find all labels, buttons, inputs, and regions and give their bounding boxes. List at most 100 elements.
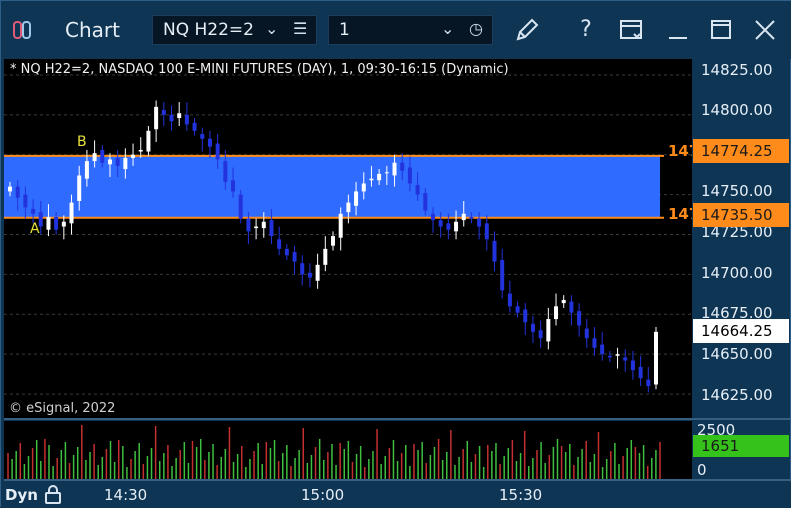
- candle-body: [184, 114, 189, 125]
- candle-body: [338, 213, 343, 238]
- drawing-label-a: A: [30, 221, 40, 237]
- candle-body: [246, 218, 251, 232]
- volume-axis[interactable]: 2500 1651 0: [692, 421, 790, 479]
- candle-body: [323, 248, 328, 265]
- candle-body: [46, 216, 51, 230]
- price-tick: 14750.00: [701, 182, 773, 200]
- chevron-down-icon[interactable]: ⌄: [441, 19, 454, 38]
- candle-body: [154, 106, 159, 130]
- volume-chart-svg: [7, 425, 661, 479]
- candle-body: [269, 220, 274, 237]
- candle-body: [92, 153, 97, 162]
- symbol-value: NQ H22=2: [163, 20, 254, 40]
- candle-body: [300, 263, 305, 275]
- chevron-down-icon[interactable]: ⌄: [265, 19, 278, 38]
- title-bar: Chart NQ H22=2 ⌄ ☰ 1 ⌄ ◷ ?: [1, 1, 791, 59]
- candle-body: [261, 221, 266, 229]
- candle-body: [331, 236, 335, 246]
- save-template-icon[interactable]: [615, 13, 647, 47]
- candle-body: [292, 252, 297, 262]
- candle-body: [161, 110, 166, 115]
- candle-body: [400, 162, 405, 171]
- candle-body: [31, 208, 36, 214]
- symbol-combobox[interactable]: NQ H22=2 ⌄ ☰: [152, 15, 317, 45]
- candle-body: [507, 293, 512, 307]
- candle-body: [231, 180, 236, 192]
- candle-body: [569, 301, 574, 313]
- candle-body: [600, 344, 605, 355]
- candle-body: [577, 311, 582, 326]
- candle-body: [177, 113, 182, 119]
- volume-tick-zero: 0: [697, 461, 707, 479]
- interval-value: 1: [339, 20, 350, 40]
- help-icon[interactable]: ?: [570, 13, 602, 47]
- candle-body: [69, 202, 74, 224]
- candle-body: [107, 159, 112, 165]
- candle-body: [654, 331, 658, 385]
- candle-body: [192, 122, 197, 131]
- candle-body: [584, 328, 589, 339]
- candle-body: [530, 323, 535, 332]
- lock-icon[interactable]: [44, 484, 62, 504]
- candle-body: [354, 191, 359, 206]
- dynamic-mode-label[interactable]: Dyn: [5, 486, 38, 504]
- candle-body: [607, 355, 612, 358]
- candle-body: [146, 130, 151, 152]
- price-axis[interactable]: 14825.00 14800.00 14750.00 14725.00 1470…: [692, 59, 790, 418]
- last-price-tag: 14664.25: [693, 319, 789, 343]
- candle-body: [277, 239, 282, 249]
- candle-body: [630, 360, 635, 371]
- candle-body: [377, 173, 382, 181]
- candle-body: [477, 218, 482, 227]
- candle-body: [238, 194, 243, 219]
- drawing-label-b: B: [77, 134, 87, 150]
- candle-body: [469, 216, 474, 219]
- menu-lines-icon[interactable]: ☰: [293, 19, 307, 38]
- candle-body: [446, 223, 451, 230]
- candle-body: [638, 366, 643, 379]
- volume-plot[interactable]: [4, 421, 692, 479]
- time-tick: 15:00: [301, 486, 345, 504]
- price-tick: 14625.00: [701, 386, 773, 404]
- chart-title: * NQ H22=2, NASDAQ 100 E-MINI FUTURES (D…: [10, 62, 509, 77]
- candle-body: [254, 226, 259, 229]
- price-chart-svg[interactable]: [4, 59, 692, 418]
- pane-divider[interactable]: [4, 418, 790, 420]
- price-plot[interactable]: * NQ H22=2, NASDAQ 100 E-MINI FUTURES (D…: [4, 59, 699, 418]
- price-tick: 14800.00: [701, 101, 773, 119]
- candle-body: [361, 183, 366, 192]
- minimize-icon[interactable]: [662, 13, 694, 47]
- volume-last-tag: 1651: [693, 435, 789, 457]
- candle-body: [461, 213, 466, 221]
- time-axis[interactable]: Dyn 14:30 15:00 15:30: [1, 482, 791, 508]
- candle-body: [484, 223, 489, 240]
- time-tick: 15:30: [499, 486, 543, 504]
- window-title: Chart: [65, 18, 120, 42]
- candle-body: [500, 260, 505, 291]
- candle-body: [523, 309, 528, 323]
- interval-combobox[interactable]: 1 ⌄ ◷: [328, 15, 493, 45]
- candle-body: [77, 175, 82, 202]
- pencil-icon[interactable]: [511, 13, 543, 47]
- candle-body: [538, 330, 543, 339]
- clock-icon[interactable]: ◷: [469, 19, 483, 38]
- candle-body: [223, 161, 228, 182]
- price-tick: 14650.00: [701, 345, 773, 363]
- candle-body: [61, 221, 66, 227]
- candle-body: [84, 161, 89, 179]
- time-axis-divider: [4, 479, 790, 481]
- copyright-text: © eSignal, 2022: [9, 401, 116, 416]
- candle-body: [54, 216, 59, 230]
- band-upper-price-tag: 14774.25: [693, 139, 789, 163]
- candle-body: [200, 133, 205, 139]
- candle-body: [592, 338, 597, 348]
- candle-body: [561, 299, 566, 304]
- candle-body: [215, 143, 220, 160]
- close-icon[interactable]: [749, 13, 781, 47]
- candle-body: [615, 354, 620, 356]
- candle-body: [8, 186, 12, 192]
- candle-body: [438, 220, 443, 227]
- candle-body: [515, 306, 520, 313]
- maximize-icon[interactable]: [705, 13, 737, 47]
- candle-body: [23, 194, 28, 208]
